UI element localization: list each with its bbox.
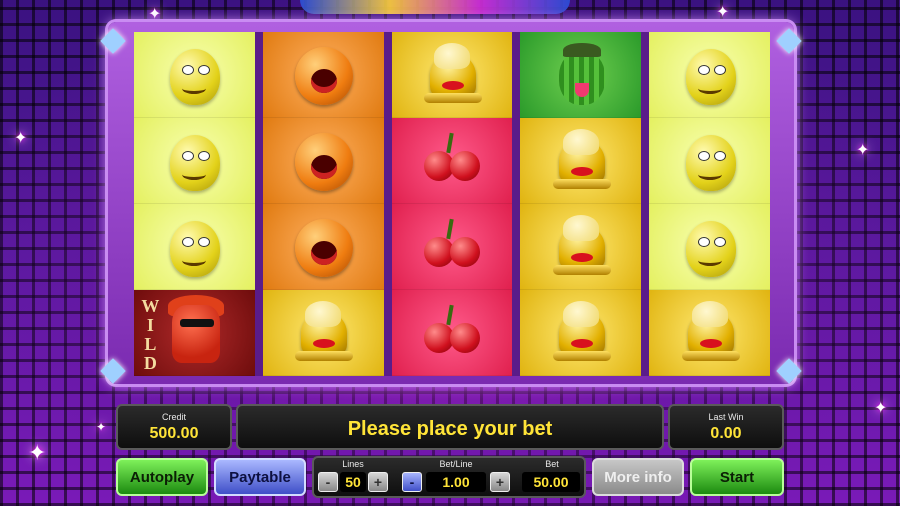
lines-value: 50 (340, 472, 366, 492)
wild-letter: L (144, 333, 157, 354)
lines-label: Lines (342, 459, 364, 469)
last-win-value: 0.00 (710, 425, 742, 442)
lines-increase-button[interactable]: + (368, 472, 388, 492)
reel-cell (649, 204, 770, 290)
reel-cell (134, 32, 255, 118)
sparkle-icon: ✦ (14, 130, 28, 147)
reel-cell (520, 204, 642, 290)
autoplay-button[interactable]: Autoplay (116, 458, 208, 496)
reel-cell (134, 118, 255, 204)
reel-grid: WILD (134, 32, 770, 376)
reel-cell (649, 32, 770, 118)
bell-symbol-icon (549, 214, 613, 279)
reel-cell (520, 118, 642, 204)
bet-line-decrease-button[interactable]: - (402, 472, 422, 492)
bell-symbol-icon (678, 300, 742, 365)
sparkle-icon: ✦ (716, 4, 730, 21)
reel-cell (520, 32, 642, 118)
orange-symbol-icon (291, 43, 355, 107)
cherry-symbol-icon (420, 129, 484, 193)
lemon-symbol-icon (678, 129, 742, 193)
reel-cell: WILD (134, 290, 255, 376)
cherry-symbol-icon (420, 301, 484, 365)
reel-cell (649, 290, 770, 376)
reel-2 (262, 32, 384, 376)
start-button[interactable]: Start (690, 458, 784, 496)
orange-symbol-icon (291, 129, 355, 193)
reel-5 (649, 32, 770, 376)
wild-symbol-icon: WILD (134, 293, 254, 373)
more-info-button[interactable]: More info (592, 458, 684, 496)
lines-decrease-button[interactable]: - (318, 472, 338, 492)
reel-cell (391, 32, 513, 118)
sparkle-icon: ✦ (856, 142, 870, 159)
bet-value: 50.00 (522, 472, 580, 492)
lemon-symbol-icon (162, 43, 226, 107)
last-win-label: Last Win (708, 412, 744, 422)
wild-letter: D (143, 352, 157, 373)
reel-cell (649, 118, 770, 204)
reel-cell (262, 204, 384, 290)
lemon-symbol-icon (162, 215, 226, 279)
reel-cell (134, 204, 255, 290)
wild-letter: I (146, 314, 154, 335)
control-bar: Autoplay Paytable Lines - 50 + Bet/Line … (116, 456, 784, 498)
lemon-symbol-icon (162, 129, 226, 193)
wild-label: WILD (140, 295, 160, 373)
reel-cell (262, 32, 384, 118)
credit-value: 500.00 (149, 425, 199, 442)
bet-line-increase-button[interactable]: + (490, 472, 510, 492)
sparkle-icon: ✦ (96, 420, 107, 434)
reel-cell (391, 204, 513, 290)
bet-label: Bet (545, 459, 559, 469)
reel-cell (262, 118, 384, 204)
reel-3 (391, 32, 513, 376)
game-logo (300, 0, 570, 14)
sparkle-icon: ✦ (28, 440, 47, 465)
reel-cell (391, 290, 513, 376)
reel-cell (262, 290, 384, 376)
bet-line-label: Bet/Line (439, 459, 473, 469)
credit-panel: Credit 500.00 (116, 404, 232, 450)
sparkle-icon: ✦ (148, 6, 162, 23)
bell-symbol-icon (549, 300, 613, 365)
bell-symbol-icon (549, 128, 613, 193)
cherry-symbol-icon (420, 215, 484, 279)
info-bar: Credit 500.00 Please place your bet Last… (116, 404, 784, 450)
lemon-symbol-icon (678, 43, 742, 107)
paytable-button[interactable]: Paytable (214, 458, 306, 496)
reel-1: WILD (134, 32, 255, 376)
sparkle-icon: ✦ (874, 400, 888, 417)
bell-symbol-icon (291, 300, 355, 365)
bell-symbol-icon (420, 42, 484, 107)
status-message: Please place your bet (347, 418, 553, 440)
credit-label: Credit (161, 412, 186, 422)
bet-settings: Lines - 50 + Bet/Line - 1.00 + Bet 50.00 (312, 456, 586, 498)
reel-cell (520, 290, 642, 376)
last-win-panel: Last Win 0.00 (668, 404, 784, 450)
wild-letter: W (141, 295, 160, 316)
orange-symbol-icon (291, 215, 355, 279)
melon-symbol-icon (549, 42, 613, 107)
bet-line-value: 1.00 (426, 472, 486, 492)
reel-cell (391, 118, 513, 204)
reel-4 (520, 32, 642, 376)
message-panel: Please place your bet (236, 404, 664, 450)
lemon-symbol-icon (678, 215, 742, 279)
